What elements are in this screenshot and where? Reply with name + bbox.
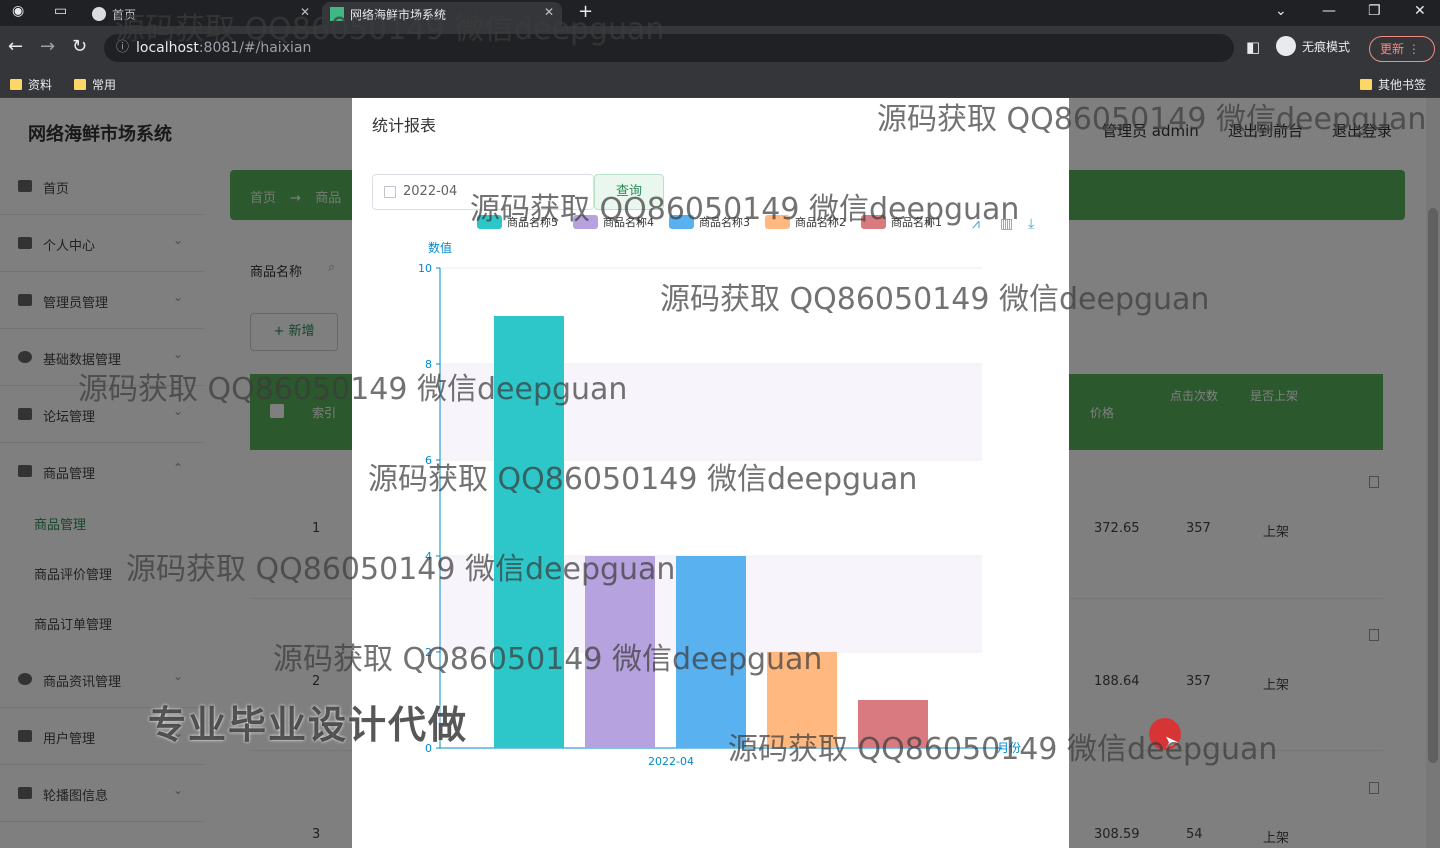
y-axis-title: 数值 [428, 240, 452, 255]
legend-swatch [477, 215, 502, 229]
bar-4 [767, 652, 837, 748]
dialog-title: 统计报表 [372, 116, 437, 135]
close-tab-icon[interactable]: ✕ [544, 5, 554, 19]
bar-chart: 0246810数值月份2022-04商品名称5 商品名称4 商品名称3 商品名称2 商品… [418, 215, 1021, 768]
vue-logo-icon [330, 7, 344, 21]
legend-swatch [765, 215, 790, 229]
bar-1 [494, 316, 564, 748]
folder-icon [10, 79, 22, 90]
bookmark-folder-other[interactable]: 其他书签 [1360, 76, 1426, 93]
info-icon: ⓘ [116, 40, 130, 55]
legend-label: 商品名称5 [507, 215, 558, 229]
incognito-icon [1276, 36, 1296, 56]
y-tick-label: 8 [425, 358, 432, 371]
tab-home[interactable]: 首页 ✕ [84, 2, 318, 26]
close-window-button[interactable]: ✕ [1414, 3, 1426, 19]
bar-3 [676, 556, 746, 748]
bookmark-folder-ziliao[interactable]: 资料 [10, 76, 52, 93]
bar-5 [858, 700, 928, 748]
bookmark-folder-changyong[interactable]: 常用 [74, 76, 116, 93]
legend-label: 商品名称2 [795, 215, 846, 229]
back-icon[interactable]: ← [8, 36, 23, 57]
browser-tab-strip: ◉ ▭ 首页 ✕ 网络海鲜市场系统 ✕ + ⌄ — ❐ ✕ [0, 0, 1440, 26]
bar-2 [585, 556, 655, 748]
tab-haixian[interactable]: 网络海鲜市场系统 ✕ [322, 2, 562, 26]
legend-label: 商品名称1 [891, 215, 942, 229]
tab-overview-icon[interactable]: ▭ [54, 3, 67, 19]
x-axis-title: 月份 [997, 741, 1021, 755]
minimize-button[interactable]: — [1322, 3, 1336, 19]
tab-search-icon[interactable]: ⌄ [1275, 3, 1287, 19]
folder-icon [74, 79, 86, 90]
legend-swatch [669, 215, 694, 229]
line-chart-toggle-icon[interactable]: ⩘ [972, 216, 980, 232]
url-field[interactable]: ⓘ localhost:8081/#/haixian [104, 34, 1234, 62]
close-tab-icon[interactable]: ✕ [300, 5, 310, 19]
y-tick-label: 10 [418, 262, 432, 275]
y-tick-label: 2 [425, 646, 432, 659]
y-tick-label: 4 [425, 550, 432, 563]
side-panel-icon[interactable]: ◧ [1246, 38, 1260, 56]
forward-icon[interactable]: → [40, 36, 55, 57]
globe-icon [92, 7, 106, 21]
update-button[interactable]: 更新 ⋮ [1369, 36, 1435, 62]
y-tick-label: 6 [425, 454, 432, 467]
promo-text: 专业毕业设计代做 [148, 703, 469, 747]
bar-chart-toggle-icon[interactable]: ▥ [1000, 216, 1013, 232]
legend-label: 商品名称4 [603, 215, 654, 229]
legend-swatch [573, 215, 598, 229]
new-tab-button[interactable]: + [578, 1, 593, 22]
reload-icon[interactable]: ↻ [72, 36, 87, 57]
legend-swatch [861, 215, 886, 229]
x-tick-label: 2022-04 [648, 755, 694, 768]
browser-menu-icon[interactable]: ◉ [12, 3, 24, 19]
bookmarks-bar: 资料 常用 其他书签 [0, 70, 1440, 98]
calendar-icon [384, 186, 396, 198]
save-image-icon[interactable]: ⤓ [1028, 216, 1034, 232]
incognito-indicator[interactable]: 无痕模式 [1276, 36, 1350, 56]
mouse-cursor-icon: ➤ [1164, 732, 1180, 753]
restore-button[interactable]: ❐ [1368, 3, 1381, 19]
legend-label: 商品名称3 [699, 215, 750, 229]
folder-icon [1360, 79, 1372, 90]
